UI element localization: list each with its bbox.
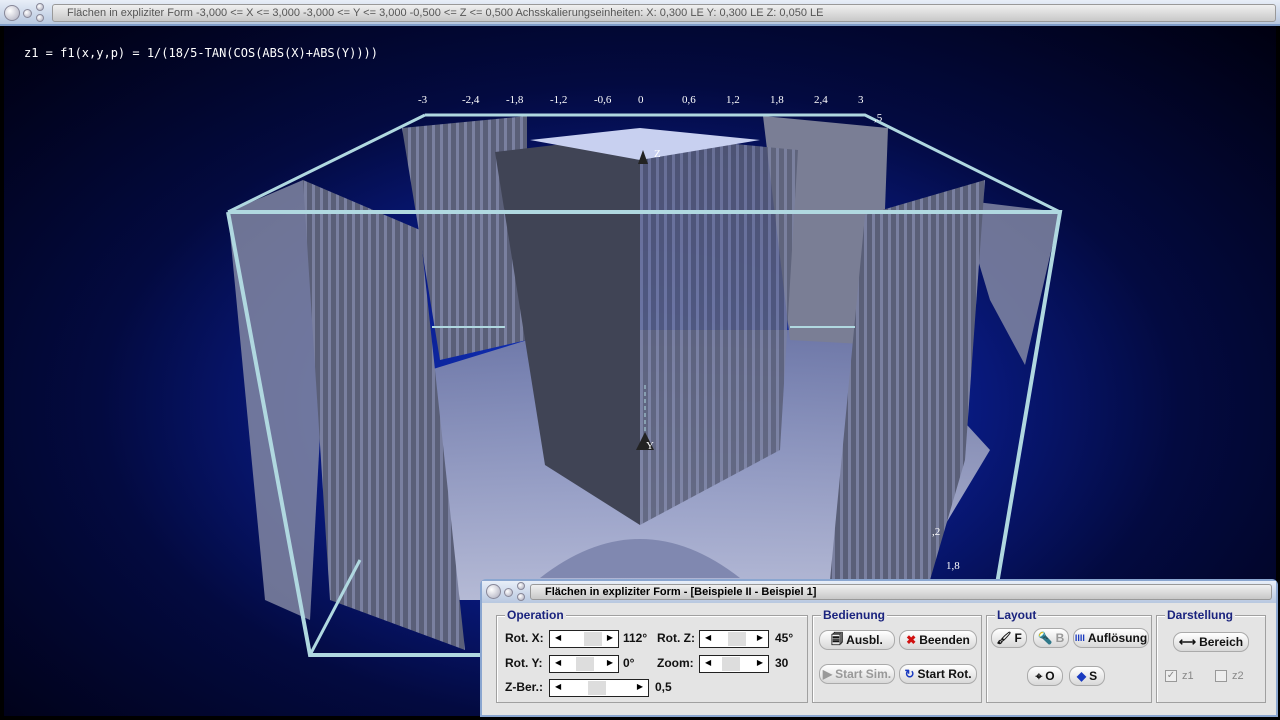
x-tick-label: 2,4 — [814, 94, 828, 106]
z2-label: z2 — [1232, 670, 1244, 682]
ausbl-label: Ausbl. — [846, 633, 883, 647]
close-x-icon: ✖ — [906, 633, 917, 647]
checkmark-icon: ✓ — [1165, 670, 1177, 682]
b-label: B — [1055, 631, 1065, 645]
control-panel: Flächen in expliziter Form - [Beispiele … — [480, 579, 1278, 717]
aufloesung-label: Auflösung — [1087, 631, 1148, 645]
ausbl-button[interactable]: 🗐 Ausbl. — [819, 630, 895, 650]
main-title-bar: Flächen in expliziter Form -3,000 <= X <… — [0, 0, 1280, 26]
s-label: S — [1089, 669, 1098, 683]
rot-z-value: 45° — [775, 631, 794, 645]
hide-icon: 🗐 — [831, 631, 844, 646]
rot-z-label: Rot. Z: — [657, 631, 695, 645]
bedienung-group: Bedienung 🗐 Ausbl. ✖ Beenden ▶ Start Sim. ↻… — [812, 608, 982, 703]
range-icon: ⟷ — [1178, 635, 1197, 649]
axis-tick-partial: ,5 — [874, 112, 883, 124]
zoom-slider[interactable]: ◀ ▶ — [699, 655, 769, 673]
zoom-label: Zoom: — [657, 656, 694, 670]
x-tick-label: -0,6 — [594, 94, 612, 106]
operation-group: Operation Rot. X: ◀ ▶ 112° Rot. Z: ◀ ▶ 45°… — [496, 608, 808, 703]
checkbox-box — [1215, 670, 1227, 682]
b-button[interactable]: 🔦 B — [1033, 628, 1069, 648]
rot-y-label: Rot. Y: — [505, 656, 543, 670]
o-label: O — [1045, 669, 1055, 683]
window-menu-icon[interactable] — [4, 5, 20, 21]
x-tick-label: 1,8 — [770, 94, 784, 106]
z-axis-label: Z — [654, 148, 661, 160]
close-icon[interactable] — [517, 593, 525, 601]
x-tick-label: 0 — [638, 94, 644, 106]
layout-label: Layout — [995, 608, 1039, 622]
formula-label: z1 = f1(x,y,p) = 1/(18/5-TAN(COS(ABS(X)+… — [24, 46, 379, 60]
o-button[interactable]: ⌖ O — [1027, 666, 1063, 686]
zoom-value: 30 — [775, 656, 789, 670]
rot-z-slider[interactable]: ◀ ▶ — [699, 630, 769, 648]
darstellung-label: Darstellung — [1165, 608, 1236, 622]
f-button[interactable]: 🖌 F — [991, 628, 1027, 648]
panel-title: Flächen in expliziter Form - [Beispiele … — [530, 584, 1272, 600]
brush-icon: 🖌 — [996, 631, 1012, 645]
flashlight-icon: 🔦 — [1037, 631, 1053, 645]
start-sim-button[interactable]: ▶ Start Sim. — [819, 664, 895, 684]
close-icon[interactable] — [36, 14, 44, 22]
darstellung-group: Darstellung ⟷ Bereich ✓ z1 z2 — [1156, 608, 1266, 703]
crosshair-icon: ⌖ — [1035, 668, 1043, 683]
z-ber-label: Z-Ber.: — [505, 680, 544, 694]
rot-x-value: 112° — [623, 631, 648, 645]
x-tick-label: 0,6 — [682, 94, 696, 106]
bereich-label: Bereich — [1199, 635, 1244, 649]
s-button[interactable]: ◆ S — [1069, 666, 1105, 686]
start-rot-label: Start Rot. — [917, 667, 972, 681]
f-label: F — [1014, 631, 1022, 645]
minimize-icon[interactable] — [23, 9, 32, 18]
maximize-icon[interactable] — [517, 582, 525, 590]
x-tick-label: -2,4 — [462, 94, 480, 106]
window-menu-icon[interactable] — [486, 584, 501, 599]
start-sim-label: Start Sim. — [835, 667, 892, 681]
rot-y-slider[interactable]: ◀ ▶ — [549, 655, 619, 673]
rotate-icon: ↻ — [904, 667, 915, 681]
layout-group: Layout 🖌 F 🔦 B IIII Auflösung ⌖ O ◆ S — [986, 608, 1152, 703]
rot-y-value: 0° — [623, 656, 635, 670]
z1-label: z1 — [1182, 670, 1194, 682]
x-tick-label: 1,2 — [726, 94, 740, 106]
beenden-button[interactable]: ✖ Beenden — [899, 630, 977, 650]
z-ber-value: 0,5 — [655, 680, 672, 694]
x-tick-label: -1,2 — [550, 94, 568, 106]
operation-label: Operation — [505, 608, 566, 622]
x-tick-label: -3 — [418, 94, 428, 106]
window-title: Flächen in expliziter Form -3,000 <= X <… — [52, 4, 1276, 22]
panel-title-bar: Flächen in expliziter Form - [Beispiele … — [482, 581, 1276, 603]
side-tick: ,2 — [932, 526, 941, 538]
z2-checkbox[interactable]: z2 — [1215, 670, 1244, 682]
x-tick-label: -1,8 — [506, 94, 524, 106]
minimize-icon[interactable] — [504, 588, 513, 597]
z1-checkbox[interactable]: ✓ z1 — [1165, 670, 1194, 682]
beenden-label: Beenden — [919, 633, 970, 647]
y-axis-label: Y — [646, 440, 654, 452]
z-ber-slider[interactable]: ◀ ▶ — [549, 679, 649, 697]
bedienung-label: Bedienung — [821, 608, 887, 622]
aufloesung-button[interactable]: IIII Auflösung — [1073, 628, 1149, 648]
side-tick: 1,8 — [946, 560, 960, 572]
grid-icon: IIII — [1074, 633, 1085, 643]
bereich-button[interactable]: ⟷ Bereich — [1173, 632, 1249, 652]
rot-x-slider[interactable]: ◀ ▶ — [549, 630, 619, 648]
play-icon: ▶ — [822, 667, 833, 681]
rot-x-label: Rot. X: — [505, 631, 544, 645]
cube-icon: ◆ — [1076, 669, 1087, 683]
x-tick-label: 3 — [858, 94, 864, 106]
start-rot-button[interactable]: ↻ Start Rot. — [899, 664, 977, 684]
maximize-icon[interactable] — [36, 3, 44, 11]
